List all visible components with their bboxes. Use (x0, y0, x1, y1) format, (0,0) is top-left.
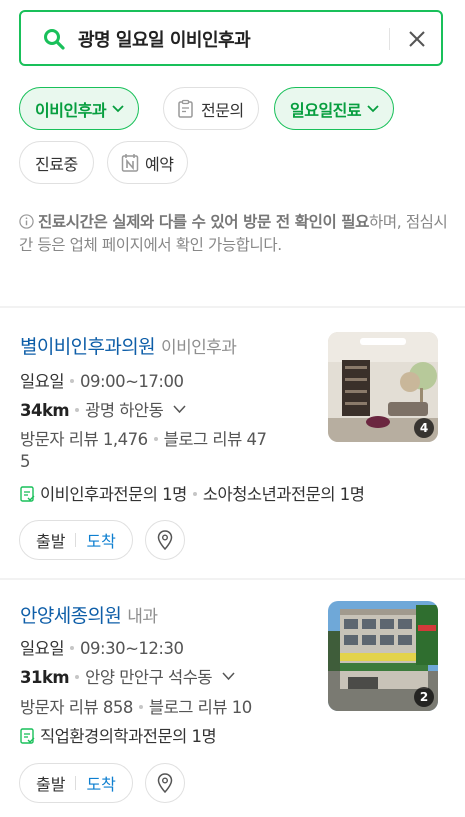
filter-sunday-label: 일요일진료 (290, 100, 362, 120)
visitor-reviews: 방문자 리뷰 1,476 (20, 430, 148, 449)
chevron-down-icon (367, 104, 379, 112)
route-button[interactable]: 출발 도착 (19, 763, 133, 803)
area: 광명 하안동 (85, 401, 164, 420)
divider (0, 578, 465, 580)
blog-reviews-cont: 5 (20, 452, 31, 471)
filter-specialist[interactable]: 전문의 (163, 87, 259, 130)
clipboard-check-icon (20, 486, 35, 502)
specialist-1: 이비인후과전문의 1명 (40, 485, 187, 504)
close-icon[interactable] (405, 27, 429, 51)
place-photo[interactable]: 2 (328, 601, 438, 711)
chevron-down-icon (173, 405, 186, 414)
filter-booking-label: 예약 (145, 154, 174, 174)
visitor-reviews: 방문자 리뷰 858 (20, 698, 133, 717)
search-box[interactable]: 광명 일요일 이비인후과 (19, 10, 443, 66)
clipboard-icon (178, 99, 193, 118)
specialist-1: 직업환경의학과전문의 1명 (40, 727, 217, 746)
place-category: 이비인후과 (161, 338, 237, 358)
review-counts: 방문자 리뷰 1,476 블로그 리뷰 47 (20, 426, 267, 450)
filter-open-now-label: 진료중 (35, 154, 78, 174)
filter-open-now[interactable]: 진료중 (19, 141, 94, 184)
filter-ent[interactable]: 이비인후과 (19, 87, 140, 130)
info-icon (19, 214, 34, 229)
search-input[interactable]: 광명 일요일 이비인후과 (78, 26, 251, 52)
business-hours: 일요일 09:30~12:30 (20, 635, 184, 659)
route-start[interactable]: 출발 (36, 528, 65, 552)
hours-day: 일요일 (20, 372, 65, 391)
map-pin-icon (157, 530, 173, 550)
route-button[interactable]: 출발 도착 (19, 520, 133, 560)
place-category: 내과 (127, 607, 158, 627)
clipboard-check-icon (20, 728, 35, 744)
hours-notice: 진료시간은 실제와 다를 수 있어 방문 전 확인이 필요하며, 점심시간 등은… (19, 211, 449, 257)
naver-booking-icon (121, 153, 139, 172)
map-pin-button[interactable] (145, 763, 185, 803)
photo-count-badge: 2 (414, 687, 434, 707)
place-name-link[interactable]: 안양세종의원 (20, 605, 122, 627)
map-pin-button[interactable] (145, 520, 185, 560)
review-counts: 방문자 리뷰 858 블로그 리뷰 10 (20, 694, 252, 718)
search-divider (389, 28, 390, 50)
hours-time: 09:30~12:30 (80, 639, 184, 658)
hours-day: 일요일 (20, 639, 65, 658)
specialists: 이비인후과전문의 1명 소아청소년과전문의 1명 (20, 481, 365, 505)
business-hours: 일요일 09:00~17:00 (20, 368, 184, 392)
filter-sunday[interactable]: 일요일진료 (274, 87, 395, 130)
distance-line[interactable]: 31km 안양 만안구 석수동 (20, 664, 235, 688)
place-photo[interactable]: 4 (328, 332, 438, 442)
place-name-link[interactable]: 별이비인후과의원 (20, 336, 156, 358)
divider (0, 306, 465, 308)
distance-line[interactable]: 34km 광명 하안동 (20, 397, 186, 421)
filter-booking[interactable]: 예약 (107, 141, 189, 184)
notice-bold: 진료시간은 실제와 다를 수 있어 방문 전 확인이 필요 (38, 213, 370, 231)
area: 안양 만안구 석수동 (85, 668, 213, 687)
photo-count-badge: 4 (414, 418, 434, 438)
filter-specialist-label: 전문의 (201, 100, 244, 120)
distance: 31km (20, 668, 70, 687)
route-arrive[interactable]: 도착 (86, 771, 115, 795)
map-pin-icon (157, 773, 173, 793)
blog-reviews: 블로그 리뷰 47 (163, 430, 267, 449)
result-title[interactable]: 안양세종의원 내과 (20, 601, 158, 628)
review-counts-wrap: 5 (20, 452, 31, 471)
specialists: 직업환경의학과전문의 1명 (20, 723, 217, 747)
result-title[interactable]: 별이비인후과의원 이비인후과 (20, 332, 237, 359)
route-arrive[interactable]: 도착 (86, 528, 115, 552)
route-start[interactable]: 출발 (36, 771, 65, 795)
filter-ent-label: 이비인후과 (35, 100, 107, 120)
blog-reviews: 블로그 리뷰 10 (148, 698, 252, 717)
hours-time: 09:00~17:00 (80, 372, 184, 391)
distance: 34km (20, 401, 70, 420)
search-icon (44, 29, 65, 50)
chevron-down-icon (112, 104, 124, 112)
chevron-down-icon (222, 672, 235, 681)
specialist-2: 소아청소년과전문의 1명 (202, 485, 365, 504)
